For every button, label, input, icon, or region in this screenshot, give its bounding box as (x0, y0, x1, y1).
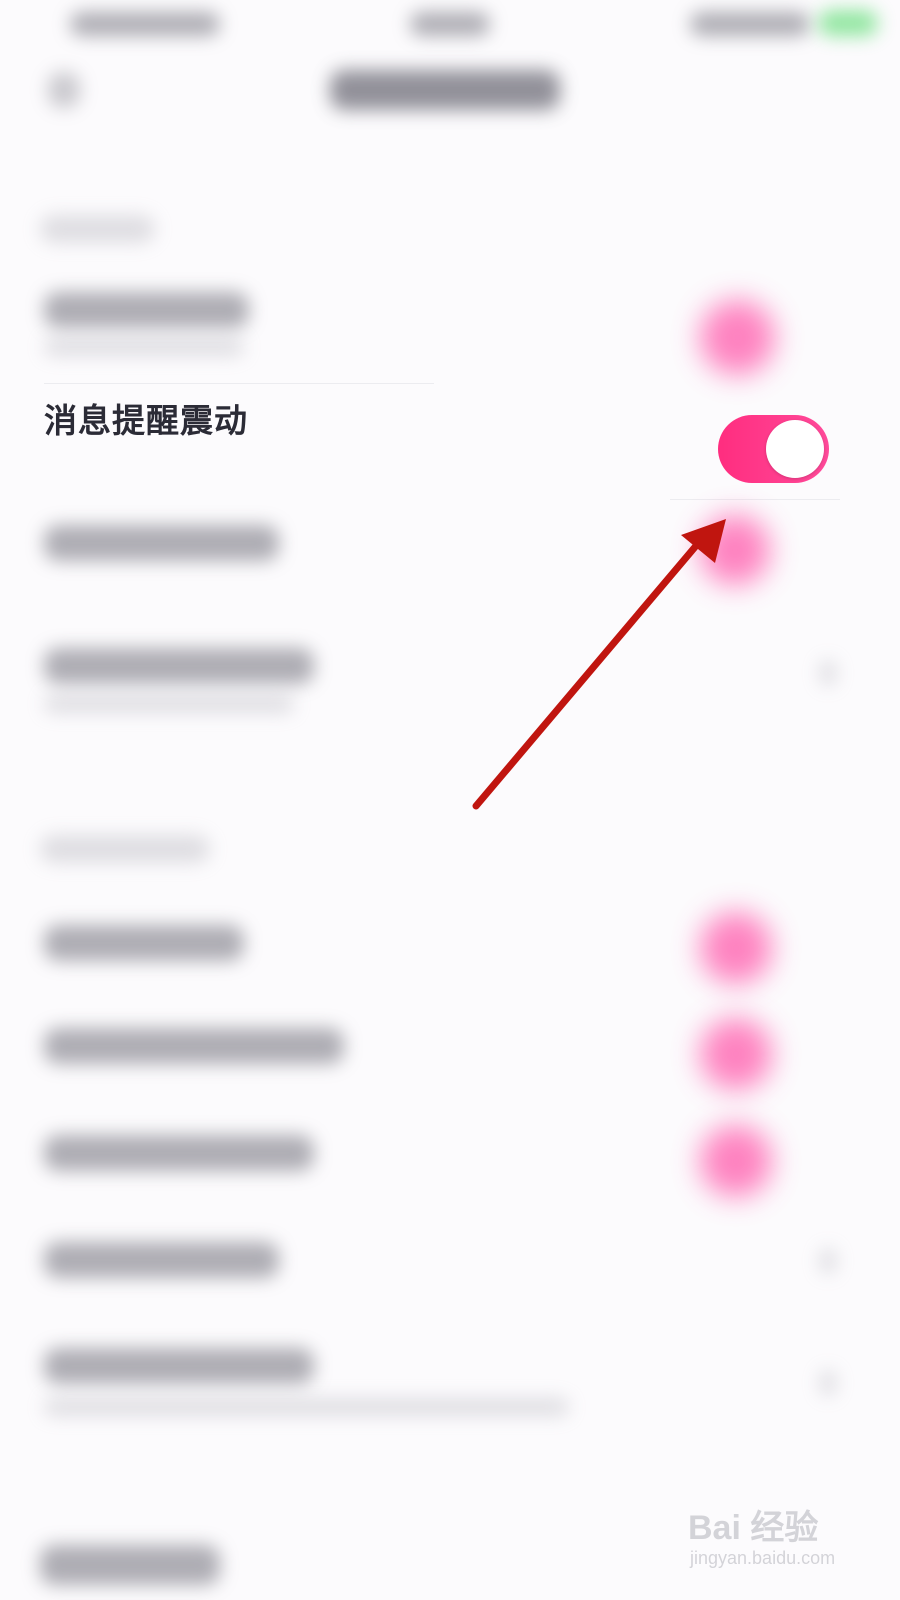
watermark-logo: Bai 经验 jingyan.baidu.com (688, 1500, 858, 1580)
settings-screen: 消息提醒震动 Bai 经验 jingyan.baidu.com (0, 0, 900, 1600)
watermark-brand: Bai 经验 (688, 1509, 819, 1547)
watermark-site: jingyan.baidu.com (690, 1548, 836, 1568)
annotation-arrow (472, 519, 726, 810)
